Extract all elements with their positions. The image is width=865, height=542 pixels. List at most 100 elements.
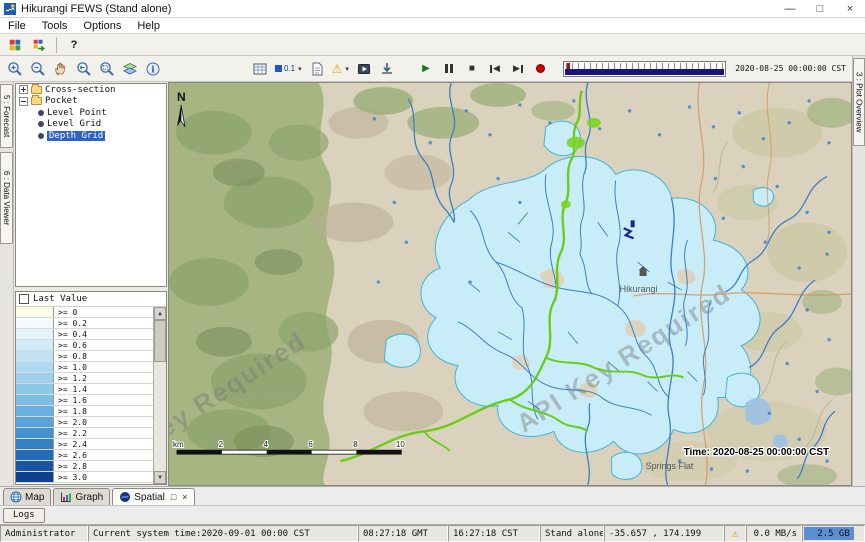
status-memory: 2.5 GB	[802, 525, 865, 542]
pause-button[interactable]	[438, 59, 460, 79]
document-button[interactable]	[306, 59, 328, 79]
scrollbar-thumb[interactable]	[154, 320, 166, 362]
legend-header: Last Value	[16, 292, 166, 307]
skip-end-button[interactable]: ▶	[507, 59, 529, 79]
sidebar-tab-forecast[interactable]: 5 : Forecast	[0, 84, 13, 148]
legend-row: >= 1.4	[16, 384, 153, 395]
scale-tick: 8	[353, 440, 358, 449]
tree-item-pocket[interactable]: Pocket	[16, 96, 166, 108]
legend-label: >= 0.4	[54, 329, 87, 339]
logs-row: Logs	[0, 505, 865, 524]
minimize-button[interactable]: —	[775, 0, 805, 18]
left-dock-strip: 5 : Forecast 6 : Data Viewer	[0, 82, 14, 486]
animation-export-button[interactable]	[353, 59, 375, 79]
logs-button[interactable]: Logs	[3, 508, 45, 523]
menu-options[interactable]: Options	[75, 20, 129, 32]
layers-button[interactable]	[119, 59, 141, 79]
scale-bar-segments	[177, 450, 401, 454]
last-value-checkbox[interactable]	[19, 294, 29, 304]
zoom-out-button[interactable]	[27, 59, 49, 79]
legend-label: >= 1.2	[54, 373, 87, 383]
menu-file[interactable]: File	[0, 20, 34, 32]
tree-item-level-point[interactable]: Level Point	[16, 107, 166, 119]
menu-help[interactable]: Help	[129, 20, 168, 32]
zoom-in-icon	[7, 61, 23, 77]
threshold-selector[interactable]: 0.1 ▾	[272, 59, 305, 79]
legend-label: >= 1.6	[54, 395, 87, 405]
zoom-out-icon	[30, 61, 46, 77]
export-database-icon[interactable]	[28, 35, 50, 55]
status-warning-icon[interactable]: ⚠	[724, 525, 746, 542]
window-title: Hikurangi FEWS (Stand alone)	[21, 3, 775, 15]
tree-item-label: Level Grid	[47, 119, 101, 129]
map-panel[interactable]: API Key Required	[168, 82, 852, 486]
legend-swatch	[16, 395, 54, 405]
tree-item-depth-grid[interactable]: Depth Grid	[16, 130, 166, 142]
legend-swatch	[16, 472, 54, 482]
scale-tick: 2	[219, 440, 224, 449]
folder-icon	[31, 97, 42, 105]
scale-unit: km	[173, 440, 184, 449]
panel-close-icon[interactable]: ×	[182, 492, 187, 502]
close-button[interactable]: ×	[835, 0, 865, 18]
database-icon[interactable]	[4, 35, 26, 55]
sidebar-tab-plot-overview[interactable]: 3 : Plot Overview	[853, 58, 865, 146]
skip-start-button[interactable]: ◀	[484, 59, 506, 79]
play-icon: ▶	[422, 63, 430, 74]
download-profile-button[interactable]	[376, 59, 398, 79]
zoom-in-button[interactable]	[4, 59, 26, 79]
legend-scrollbar[interactable]: ▲ ▼	[153, 307, 166, 484]
tree-item-cross-section[interactable]: Cross-section	[16, 84, 166, 96]
chevron-down-icon: ▾	[298, 65, 302, 73]
main-toolbar: ?	[0, 34, 865, 56]
timeline-slider[interactable]	[563, 61, 726, 77]
menu-tools[interactable]: Tools	[34, 20, 76, 32]
legend-swatch	[16, 384, 54, 394]
panel-maximize-icon[interactable]: □	[171, 492, 176, 502]
arrow-down-icon	[379, 61, 395, 77]
warning-selector[interactable]: ⚠ ▾	[329, 59, 352, 79]
pan-hand-icon	[53, 61, 69, 77]
central-zone: i 0.1 ▾ ⚠ ▾	[0, 56, 865, 486]
legend-label: >= 1.0	[54, 362, 87, 372]
chart-icon	[60, 491, 72, 503]
record-icon	[536, 64, 545, 73]
sidebar-tab-data-viewer[interactable]: 6 : Data Viewer	[0, 152, 13, 244]
legend-row: >= 2.4	[16, 439, 153, 450]
collapse-minus-icon[interactable]	[19, 97, 28, 106]
legend-panel: Last Value >= 0 >= 0.2 >= 0.4 >= 0.6 >= …	[15, 291, 167, 485]
legend-label: >= 2.4	[54, 439, 87, 449]
town-label: Hikurangi	[620, 284, 658, 294]
legend-swatch	[16, 450, 54, 460]
tree-item-label: Level Point	[47, 108, 107, 118]
help-button[interactable]: ?	[63, 35, 85, 55]
layer-dot-icon	[38, 110, 44, 116]
legend-label: >= 1.8	[54, 406, 87, 416]
status-coordinates: -35.657 , 174.199	[604, 525, 724, 542]
pan-button[interactable]	[50, 59, 72, 79]
legend-swatch	[16, 318, 54, 328]
info-button[interactable]: i	[142, 59, 164, 79]
scrollbar-track[interactable]	[154, 362, 166, 471]
map-time-label: Time: 2020-08-25 00:00:00 CST	[684, 447, 829, 458]
spatial-icon	[119, 491, 131, 503]
tab-spatial[interactable]: Spatial □ ×	[112, 488, 194, 505]
status-user: Administrator	[0, 525, 88, 542]
status-mode: Stand alone	[540, 525, 604, 542]
scroll-up-icon[interactable]: ▲	[154, 307, 166, 320]
maximize-button[interactable]: □	[805, 0, 835, 18]
zoom-previous-button[interactable]	[73, 59, 95, 79]
tab-graph-label: Graph	[75, 492, 103, 503]
scroll-down-icon[interactable]: ▼	[154, 471, 166, 484]
map-canvas[interactable]: API Key Required	[169, 83, 851, 485]
zoom-extent-button[interactable]	[96, 59, 118, 79]
record-button[interactable]	[530, 59, 552, 79]
chevron-down-icon: ▾	[345, 65, 349, 73]
tab-graph[interactable]: Graph	[53, 488, 110, 505]
tab-map[interactable]: Map	[3, 488, 51, 505]
play-button[interactable]: ▶	[415, 59, 437, 79]
grid-display-button[interactable]	[249, 59, 271, 79]
expand-plus-icon[interactable]	[19, 85, 28, 94]
tree-item-level-grid[interactable]: Level Grid	[16, 119, 166, 131]
stop-button[interactable]: ■	[461, 59, 483, 79]
